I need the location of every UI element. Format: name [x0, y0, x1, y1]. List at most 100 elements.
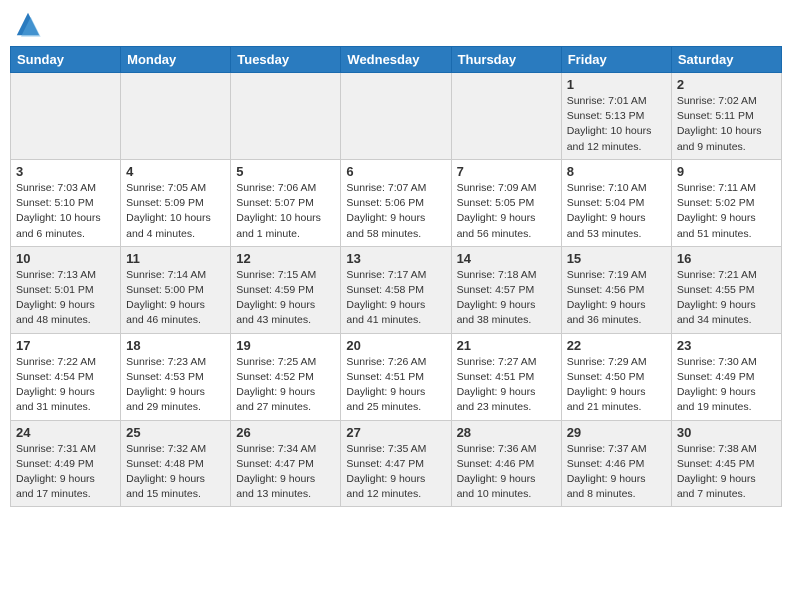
day-number: 22 — [567, 338, 666, 353]
calendar-cell: 19 Sunrise: 7:25 AM Sunset: 4:52 PM Dayli… — [231, 333, 341, 420]
day-number: 26 — [236, 425, 335, 440]
day-header-saturday: Saturday — [671, 47, 781, 73]
page-header — [10, 10, 782, 38]
calendar-cell: 26 Sunrise: 7:34 AM Sunset: 4:47 PM Dayli… — [231, 420, 341, 507]
day-info: Sunrise: 7:03 AM Sunset: 5:10 PM Dayligh… — [16, 181, 115, 242]
calendar-cell: 18 Sunrise: 7:23 AM Sunset: 4:53 PM Dayli… — [121, 333, 231, 420]
calendar-cell: 2 Sunrise: 7:02 AM Sunset: 5:11 PM Daylig… — [671, 73, 781, 160]
day-info: Sunrise: 7:18 AM Sunset: 4:57 PM Dayligh… — [457, 268, 556, 329]
day-number: 5 — [236, 164, 335, 179]
week-row-3: 10Sunrise: 7:13 AM Sunset: 5:01 PM Dayli… — [11, 246, 782, 333]
calendar-cell: 12 Sunrise: 7:15 AM Sunset: 4:59 PM Dayli… — [231, 246, 341, 333]
day-header-thursday: Thursday — [451, 47, 561, 73]
day-info: Sunrise: 7:09 AM Sunset: 5:05 PM Dayligh… — [457, 181, 556, 242]
day-number: 19 — [236, 338, 335, 353]
calendar-cell: 5 Sunrise: 7:06 AM Sunset: 5:07 PM Daylig… — [231, 159, 341, 246]
calendar-cell: 10Sunrise: 7:13 AM Sunset: 5:01 PM Dayli… — [11, 246, 121, 333]
calendar-cell: 27 Sunrise: 7:35 AM Sunset: 4:47 PM Dayli… — [341, 420, 451, 507]
calendar-cell: 25Sunrise: 7:32 AM Sunset: 4:48 PM Dayli… — [121, 420, 231, 507]
day-number: 11 — [126, 251, 225, 266]
calendar-cell — [341, 73, 451, 160]
calendar-cell: 23 Sunrise: 7:30 AM Sunset: 4:49 PM Dayli… — [671, 333, 781, 420]
day-number: 27 — [346, 425, 445, 440]
day-info: Sunrise: 7:25 AM Sunset: 4:52 PM Dayligh… — [236, 355, 335, 416]
week-row-2: 3 Sunrise: 7:03 AM Sunset: 5:10 PM Daylig… — [11, 159, 782, 246]
calendar-cell: 6 Sunrise: 7:07 AM Sunset: 5:06 PM Daylig… — [341, 159, 451, 246]
day-info: Sunrise: 7:38 AM Sunset: 4:45 PM Dayligh… — [677, 442, 776, 503]
day-number: 24 — [16, 425, 115, 440]
day-info: Sunrise: 7:21 AM Sunset: 4:55 PM Dayligh… — [677, 268, 776, 329]
day-header-monday: Monday — [121, 47, 231, 73]
day-info: Sunrise: 7:10 AM Sunset: 5:04 PM Dayligh… — [567, 181, 666, 242]
day-info: Sunrise: 7:31 AM Sunset: 4:49 PM Dayligh… — [16, 442, 115, 503]
calendar-cell: 8Sunrise: 7:10 AM Sunset: 5:04 PM Daylig… — [561, 159, 671, 246]
day-header-wednesday: Wednesday — [341, 47, 451, 73]
day-info: Sunrise: 7:36 AM Sunset: 4:46 PM Dayligh… — [457, 442, 556, 503]
day-info: Sunrise: 7:23 AM Sunset: 4:53 PM Dayligh… — [126, 355, 225, 416]
day-number: 23 — [677, 338, 776, 353]
calendar-table: SundayMondayTuesdayWednesdayThursdayFrid… — [10, 46, 782, 507]
day-number: 13 — [346, 251, 445, 266]
calendar-cell: 29Sunrise: 7:37 AM Sunset: 4:46 PM Dayli… — [561, 420, 671, 507]
calendar-cell: 16 Sunrise: 7:21 AM Sunset: 4:55 PM Dayli… — [671, 246, 781, 333]
day-info: Sunrise: 7:17 AM Sunset: 4:58 PM Dayligh… — [346, 268, 445, 329]
day-number: 7 — [457, 164, 556, 179]
day-info: Sunrise: 7:26 AM Sunset: 4:51 PM Dayligh… — [346, 355, 445, 416]
day-number: 17 — [16, 338, 115, 353]
day-info: Sunrise: 7:29 AM Sunset: 4:50 PM Dayligh… — [567, 355, 666, 416]
day-number: 30 — [677, 425, 776, 440]
day-number: 3 — [16, 164, 115, 179]
calendar-cell: 1Sunrise: 7:01 AM Sunset: 5:13 PM Daylig… — [561, 73, 671, 160]
day-info: Sunrise: 7:07 AM Sunset: 5:06 PM Dayligh… — [346, 181, 445, 242]
calendar-cell: 17 Sunrise: 7:22 AM Sunset: 4:54 PM Dayli… — [11, 333, 121, 420]
day-number: 4 — [126, 164, 225, 179]
day-info: Sunrise: 7:06 AM Sunset: 5:07 PM Dayligh… — [236, 181, 335, 242]
day-info: Sunrise: 7:05 AM Sunset: 5:09 PM Dayligh… — [126, 181, 225, 242]
day-number: 20 — [346, 338, 445, 353]
day-info: Sunrise: 7:30 AM Sunset: 4:49 PM Dayligh… — [677, 355, 776, 416]
week-row-5: 24 Sunrise: 7:31 AM Sunset: 4:49 PM Dayli… — [11, 420, 782, 507]
calendar-cell: 4 Sunrise: 7:05 AM Sunset: 5:09 PM Daylig… — [121, 159, 231, 246]
calendar-cell: 9 Sunrise: 7:11 AM Sunset: 5:02 PM Daylig… — [671, 159, 781, 246]
day-info: Sunrise: 7:01 AM Sunset: 5:13 PM Dayligh… — [567, 94, 666, 155]
day-number: 14 — [457, 251, 556, 266]
day-number: 12 — [236, 251, 335, 266]
calendar-cell: 13 Sunrise: 7:17 AM Sunset: 4:58 PM Dayli… — [341, 246, 451, 333]
calendar-cell: 15 Sunrise: 7:19 AM Sunset: 4:56 PM Dayli… — [561, 246, 671, 333]
day-info: Sunrise: 7:19 AM Sunset: 4:56 PM Dayligh… — [567, 268, 666, 329]
calendar-cell: 28 Sunrise: 7:36 AM Sunset: 4:46 PM Dayli… — [451, 420, 561, 507]
calendar-cell — [231, 73, 341, 160]
week-row-1: 1Sunrise: 7:01 AM Sunset: 5:13 PM Daylig… — [11, 73, 782, 160]
calendar-cell: 14 Sunrise: 7:18 AM Sunset: 4:57 PM Dayli… — [451, 246, 561, 333]
day-info: Sunrise: 7:35 AM Sunset: 4:47 PM Dayligh… — [346, 442, 445, 503]
calendar-cell: 11 Sunrise: 7:14 AM Sunset: 5:00 PM Dayli… — [121, 246, 231, 333]
day-number: 6 — [346, 164, 445, 179]
day-info: Sunrise: 7:11 AM Sunset: 5:02 PM Dayligh… — [677, 181, 776, 242]
calendar-cell: 30 Sunrise: 7:38 AM Sunset: 4:45 PM Dayli… — [671, 420, 781, 507]
day-info: Sunrise: 7:34 AM Sunset: 4:47 PM Dayligh… — [236, 442, 335, 503]
day-header-sunday: Sunday — [11, 47, 121, 73]
day-number: 18 — [126, 338, 225, 353]
day-info: Sunrise: 7:14 AM Sunset: 5:00 PM Dayligh… — [126, 268, 225, 329]
calendar-cell — [451, 73, 561, 160]
day-number: 16 — [677, 251, 776, 266]
calendar-cell: 21Sunrise: 7:27 AM Sunset: 4:51 PM Dayli… — [451, 333, 561, 420]
day-number: 9 — [677, 164, 776, 179]
day-info: Sunrise: 7:22 AM Sunset: 4:54 PM Dayligh… — [16, 355, 115, 416]
day-number: 15 — [567, 251, 666, 266]
day-number: 28 — [457, 425, 556, 440]
day-info: Sunrise: 7:37 AM Sunset: 4:46 PM Dayligh… — [567, 442, 666, 503]
logo — [14, 10, 46, 38]
logo-icon — [14, 10, 42, 38]
day-header-tuesday: Tuesday — [231, 47, 341, 73]
day-number: 2 — [677, 77, 776, 92]
calendar-cell: 24 Sunrise: 7:31 AM Sunset: 4:49 PM Dayli… — [11, 420, 121, 507]
days-header-row: SundayMondayTuesdayWednesdayThursdayFrid… — [11, 47, 782, 73]
calendar-cell: 7 Sunrise: 7:09 AM Sunset: 5:05 PM Daylig… — [451, 159, 561, 246]
day-number: 21 — [457, 338, 556, 353]
week-row-4: 17 Sunrise: 7:22 AM Sunset: 4:54 PM Dayli… — [11, 333, 782, 420]
day-info: Sunrise: 7:02 AM Sunset: 5:11 PM Dayligh… — [677, 94, 776, 155]
day-number: 10 — [16, 251, 115, 266]
day-info: Sunrise: 7:15 AM Sunset: 4:59 PM Dayligh… — [236, 268, 335, 329]
calendar-cell — [11, 73, 121, 160]
